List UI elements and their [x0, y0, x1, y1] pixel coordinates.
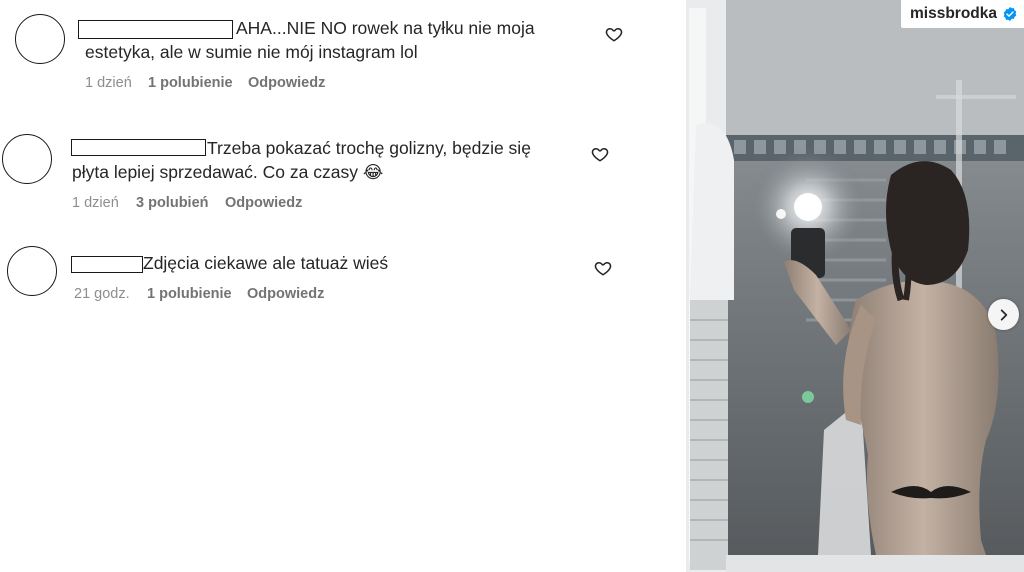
reply-button[interactable]: Odpowiedz [247, 286, 324, 302]
bathroom-mirror-photo [686, 0, 1024, 572]
next-photo-button[interactable] [988, 299, 1019, 330]
post-username-badge[interactable]: missbrodka [900, 0, 1024, 28]
post-photo[interactable]: missbrodka [686, 0, 1024, 572]
comment-time[interactable]: 21 godz. [74, 286, 130, 302]
comments-panel: AHA...NIE NO rowek na tyłku nie moja est… [0, 0, 686, 572]
post-username[interactable]: missbrodka [910, 5, 997, 23]
redacted-username[interactable] [71, 256, 143, 273]
like-heart-icon[interactable] [594, 259, 612, 277]
avatar[interactable] [7, 246, 57, 296]
comment-item: Zdjęcia ciekawe ale tatuaż wieś 21 godz.… [0, 0, 686, 320]
verified-badge-icon [1003, 7, 1017, 21]
comment-text-line: Zdjęcia ciekawe ale tatuaż wieś [143, 253, 389, 273]
chevron-right-icon [1000, 308, 1007, 321]
comment-likes[interactable]: 1 polubienie [147, 286, 232, 302]
